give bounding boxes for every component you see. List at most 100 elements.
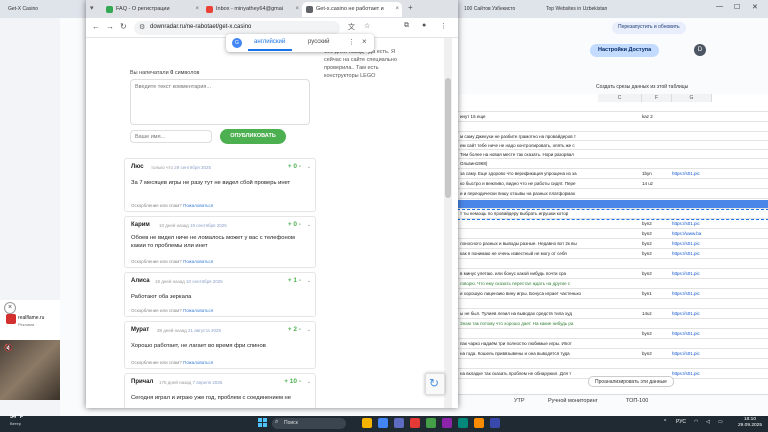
volume-icon[interactable]: ◁: [706, 419, 710, 425]
maximize-icon[interactable]: ☐: [734, 3, 740, 11]
wifi-icon[interactable]: ◠: [694, 419, 698, 425]
translate-lang-english[interactable]: английский: [254, 39, 285, 45]
sheet-cell[interactable]: byn2: [642, 241, 672, 246]
sheet-tab[interactable]: Ручной мониторинг: [548, 398, 598, 404]
background-tab[interactable]: Get-X Casino: [2, 3, 80, 17]
app-icon[interactable]: [458, 418, 468, 428]
background-tab[interactable]: 100 Сайтов Узбекисто: [458, 3, 538, 17]
battery-icon[interactable]: ▭: [718, 419, 723, 425]
chevron-down-icon[interactable]: ⌄: [307, 222, 311, 228]
sheet-link-cell[interactable]: https://s01.pic: [672, 241, 712, 246]
sheet-row[interactable]: и и переодически пишу отзывы на разных п…: [458, 190, 768, 199]
sheet-row[interactable]: [458, 200, 768, 209]
sheet-cell[interactable]: 1byn: [642, 171, 672, 176]
sheet-row[interactable]: м саму Джекухи не разбите грамотно на пр…: [458, 133, 768, 141]
sheet-cell[interactable]: kaz 2: [642, 114, 672, 119]
relaunch-update-button[interactable]: Перезапустить и обновить: [612, 22, 686, 34]
mute-icon[interactable]: 🔇: [4, 344, 13, 352]
sheet-cell[interactable]: пак чарко надаём три полностю любимые иг…: [460, 341, 594, 346]
column-header[interactable]: F: [642, 94, 672, 102]
sheet-cell[interactable]: лоносного разных и выводы разные. Недавн…: [460, 241, 594, 246]
page-scrollbar[interactable]: [444, 38, 452, 408]
report-link[interactable]: Пожаловаться: [183, 259, 213, 264]
sheet-link-cell[interactable]: https://s01.pic: [672, 271, 712, 276]
create-slicers-link[interactable]: Создать срезы данных из этой таблицы: [596, 84, 688, 90]
translate-icon[interactable]: 文: [348, 22, 355, 32]
sheet-cell[interactable]: инут 15 еще: [460, 114, 594, 119]
file-explorer-icon[interactable]: [362, 418, 372, 428]
sheet-cell[interactable]: byn2: [642, 251, 672, 256]
browser-tab[interactable]: Inbox - minyathey64@gmai ×: [202, 2, 302, 17]
close-tab-icon[interactable]: ×: [195, 6, 199, 12]
sheet-cell[interactable]: т ты немощь по провайдеру выбрать игрушк…: [460, 211, 594, 216]
sheet-row[interactable]: в минус улетаю. или бонус какой нибудь п…: [458, 270, 768, 279]
browser-tab-active[interactable]: Get-x.casino не работает и ×: [302, 2, 402, 17]
sheet-link-cell[interactable]: https://s01.pic: [672, 171, 712, 176]
chevron-down-icon[interactable]: ⌄: [307, 327, 311, 333]
sheet-link-cell[interactable]: https://s01.pic: [672, 331, 712, 336]
sheet-row[interactable]: byn2 https://s01.pic: [458, 220, 768, 229]
sheet-cell[interactable]: на вкладке так сказать проблем не обнару…: [460, 371, 594, 376]
sheet-row[interactable]: ем сайт тебе ниче не надо контролировать…: [458, 142, 768, 150]
sheet-row[interactable]: т ты немощь по провайдеру выбрать игрушк…: [457, 209, 768, 220]
extension-icon[interactable]: ⧉: [404, 22, 409, 30]
sheet-tab[interactable]: ТОП-100: [626, 398, 648, 404]
input-language[interactable]: РУС: [676, 419, 686, 425]
sheet-cell[interactable]: byn2: [642, 231, 672, 236]
address-bar[interactable]: ⚙ downradar.ru/ne-rabotaet/get-x.casino: [134, 21, 340, 35]
sheet-row[interactable]: ко быстро и вежливо, видно что не работы…: [458, 180, 768, 189]
minimize-icon[interactable]: —: [716, 3, 723, 10]
sheet-link-cell[interactable]: https://s01.pic: [672, 251, 712, 256]
chrome-icon[interactable]: [378, 418, 388, 428]
scroll-thumb[interactable]: [445, 78, 451, 198]
site-info-icon[interactable]: ⚙: [139, 23, 145, 31]
sheet-cell[interactable]: Ольвин1968): [460, 161, 594, 166]
sheet-cell[interactable]: Знаю так потому что хорошо дает. На каки…: [460, 321, 594, 326]
more-options-icon[interactable]: ⋮: [348, 38, 355, 46]
sheet-cell[interactable]: ем сайт тебе ниче не надо контролировать…: [460, 143, 594, 148]
report-link[interactable]: Пожаловаться: [183, 360, 213, 365]
chevron-down-icon[interactable]: ⌄: [307, 379, 311, 385]
sheet-row[interactable]: Тем более на новая месте так сказать. Но…: [458, 151, 768, 159]
sheet-cell[interactable]: byn2: [642, 271, 672, 276]
vote-controls[interactable]: + 0 -: [288, 221, 301, 228]
sheet-cell[interactable]: и и переодически пишу отзывы на разных п…: [460, 191, 594, 196]
tab-search-icon[interactable]: ▾: [90, 4, 94, 12]
sheet-row[interactable]: byn2 https://www.ba: [458, 230, 768, 239]
sheet-link-cell[interactable]: https://s01.pic: [672, 351, 712, 356]
profile-icon[interactable]: ●: [422, 22, 426, 29]
background-tab[interactable]: Top Websites in Uzbekistan: [540, 3, 622, 17]
app-icon[interactable]: [442, 418, 452, 428]
comment-textarea[interactable]: [130, 79, 310, 125]
sheet-row[interactable]: пак чарко надаём три полностю любимые иг…: [458, 340, 768, 349]
sheet-row[interactable]: [458, 123, 768, 132]
sheet-row[interactable]: [458, 360, 768, 369]
bookmark-star-icon[interactable]: ☆: [364, 22, 370, 30]
avatar[interactable]: D: [694, 44, 706, 56]
close-icon[interactable]: ×: [362, 37, 367, 46]
sheet-row[interactable]: лоносного разных и выводы разные. Недавн…: [458, 240, 768, 249]
taskbar-search[interactable]: ⌕ Поиск: [272, 418, 346, 429]
sheet-row[interactable]: на года. Кошель привязывены и она выводя…: [458, 350, 768, 359]
sheet-cell[interactable]: byn2: [642, 351, 672, 356]
menu-icon[interactable]: ⋮: [440, 22, 447, 30]
sheet-row[interactable]: говорю. Что ему сказать перестал ждать н…: [458, 280, 768, 289]
sheet-cell[interactable]: byn2: [642, 221, 672, 226]
side-advertisement[interactable]: × realflame.ru Реклама 🔇: [0, 300, 60, 400]
sheet-row[interactable]: [458, 300, 768, 309]
forward-icon[interactable]: →: [106, 22, 114, 31]
sheet-cell[interactable]: на года. Кошель привязывены и она выводя…: [460, 351, 594, 356]
new-tab-icon[interactable]: +: [408, 3, 413, 12]
column-header[interactable]: G: [672, 94, 712, 102]
close-icon[interactable]: ✕: [752, 3, 758, 11]
sheet-row[interactable]: как я понимаю не очень известный не могу…: [458, 250, 768, 259]
chevron-down-icon[interactable]: ⌄: [307, 278, 311, 284]
sheet-row[interactable]: Знаю так потому что хорошо дает. На каки…: [458, 320, 768, 329]
share-settings-button[interactable]: Настройки Доступа: [590, 44, 660, 57]
sheet-cell[interactable]: Тем более на новая месте так сказать. Но…: [460, 152, 594, 157]
sheet-cell[interactable]: byn1: [642, 291, 672, 296]
sheet-cell[interactable]: как я понимаю не очень известный не могу…: [460, 251, 594, 256]
sheet-row[interactable]: [458, 260, 768, 269]
close-tab-icon[interactable]: ×: [395, 6, 399, 12]
close-icon[interactable]: ×: [4, 302, 16, 314]
